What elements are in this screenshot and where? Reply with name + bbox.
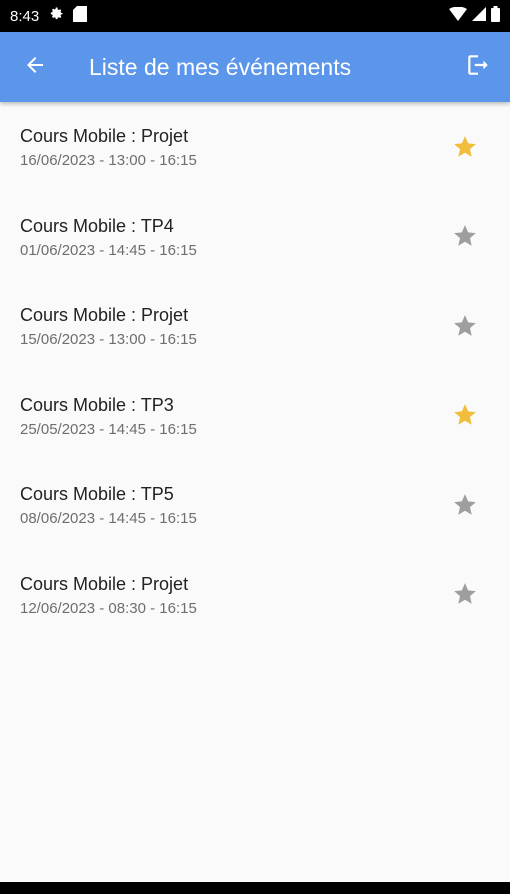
- wifi-icon: [449, 6, 467, 25]
- list-item[interactable]: Cours Mobile : Projet 12/06/2023 - 08:30 …: [0, 550, 510, 640]
- event-title: Cours Mobile : Projet: [20, 126, 189, 147]
- page-title: Liste de mes événements: [89, 53, 352, 80]
- battery-icon: [491, 6, 500, 26]
- favorite-star-icon[interactable]: [450, 311, 480, 341]
- event-title: Cours Mobile : TP4: [20, 215, 174, 236]
- favorite-star-icon[interactable]: [450, 579, 480, 609]
- event-texts: Cours Mobile : TP3 25/05/2023 - 14:45 - 1…: [20, 393, 197, 438]
- event-datetime: 16/06/2023 - 13:00 - 16:15: [20, 152, 197, 170]
- event-texts: Cours Mobile : Projet 15/06/2023 - 13:00 …: [20, 303, 197, 348]
- arrow-left-icon: [23, 53, 47, 82]
- app-bar: Liste de mes événements: [0, 32, 510, 102]
- sd-card-icon: [73, 6, 88, 26]
- status-bar: 8:43: [0, 0, 510, 32]
- list-item[interactable]: Cours Mobile : TP4 01/06/2023 - 14:45 - 1…: [0, 192, 510, 282]
- event-title: Cours Mobile : Projet: [20, 573, 189, 594]
- signal-icon: [472, 7, 486, 25]
- back-button[interactable]: [13, 45, 57, 89]
- favorite-star-icon[interactable]: [450, 400, 480, 430]
- event-title: Cours Mobile : Projet: [20, 305, 189, 326]
- list-item[interactable]: Cours Mobile : Projet 16/06/2023 - 13:00 …: [0, 102, 510, 192]
- status-time: 8:43: [10, 7, 40, 25]
- favorite-star-icon[interactable]: [450, 490, 480, 520]
- event-texts: Cours Mobile : TP4 01/06/2023 - 14:45 - 1…: [20, 214, 197, 259]
- event-texts: Cours Mobile : Projet 12/06/2023 - 08:30 …: [20, 572, 197, 617]
- logout-button[interactable]: [456, 45, 500, 89]
- event-datetime: 01/06/2023 - 14:45 - 16:15: [20, 241, 197, 259]
- favorite-star-icon[interactable]: [450, 221, 480, 251]
- event-title: Cours Mobile : TP3: [20, 394, 174, 415]
- list-item[interactable]: Cours Mobile : TP3 25/05/2023 - 14:45 - 1…: [0, 371, 510, 461]
- navigation-bar: [0, 882, 510, 894]
- event-datetime: 12/06/2023 - 08:30 - 16:15: [20, 599, 197, 617]
- event-texts: Cours Mobile : TP5 08/06/2023 - 14:45 - 1…: [20, 482, 197, 527]
- event-list: Cours Mobile : Projet 16/06/2023 - 13:00 …: [0, 102, 510, 639]
- event-title: Cours Mobile : TP5: [20, 484, 174, 505]
- event-datetime: 25/05/2023 - 14:45 - 16:15: [20, 420, 197, 438]
- logout-icon: [465, 52, 491, 83]
- event-datetime: 08/06/2023 - 14:45 - 16:15: [20, 510, 197, 528]
- event-texts: Cours Mobile : Projet 16/06/2023 - 13:00 …: [20, 124, 197, 169]
- list-item[interactable]: Cours Mobile : TP5 08/06/2023 - 14:45 - 1…: [0, 460, 510, 550]
- list-item[interactable]: Cours Mobile : Projet 15/06/2023 - 13:00 …: [0, 281, 510, 371]
- settings-gear-icon: [47, 5, 65, 27]
- favorite-star-icon[interactable]: [450, 132, 480, 162]
- event-datetime: 15/06/2023 - 13:00 - 16:15: [20, 331, 197, 349]
